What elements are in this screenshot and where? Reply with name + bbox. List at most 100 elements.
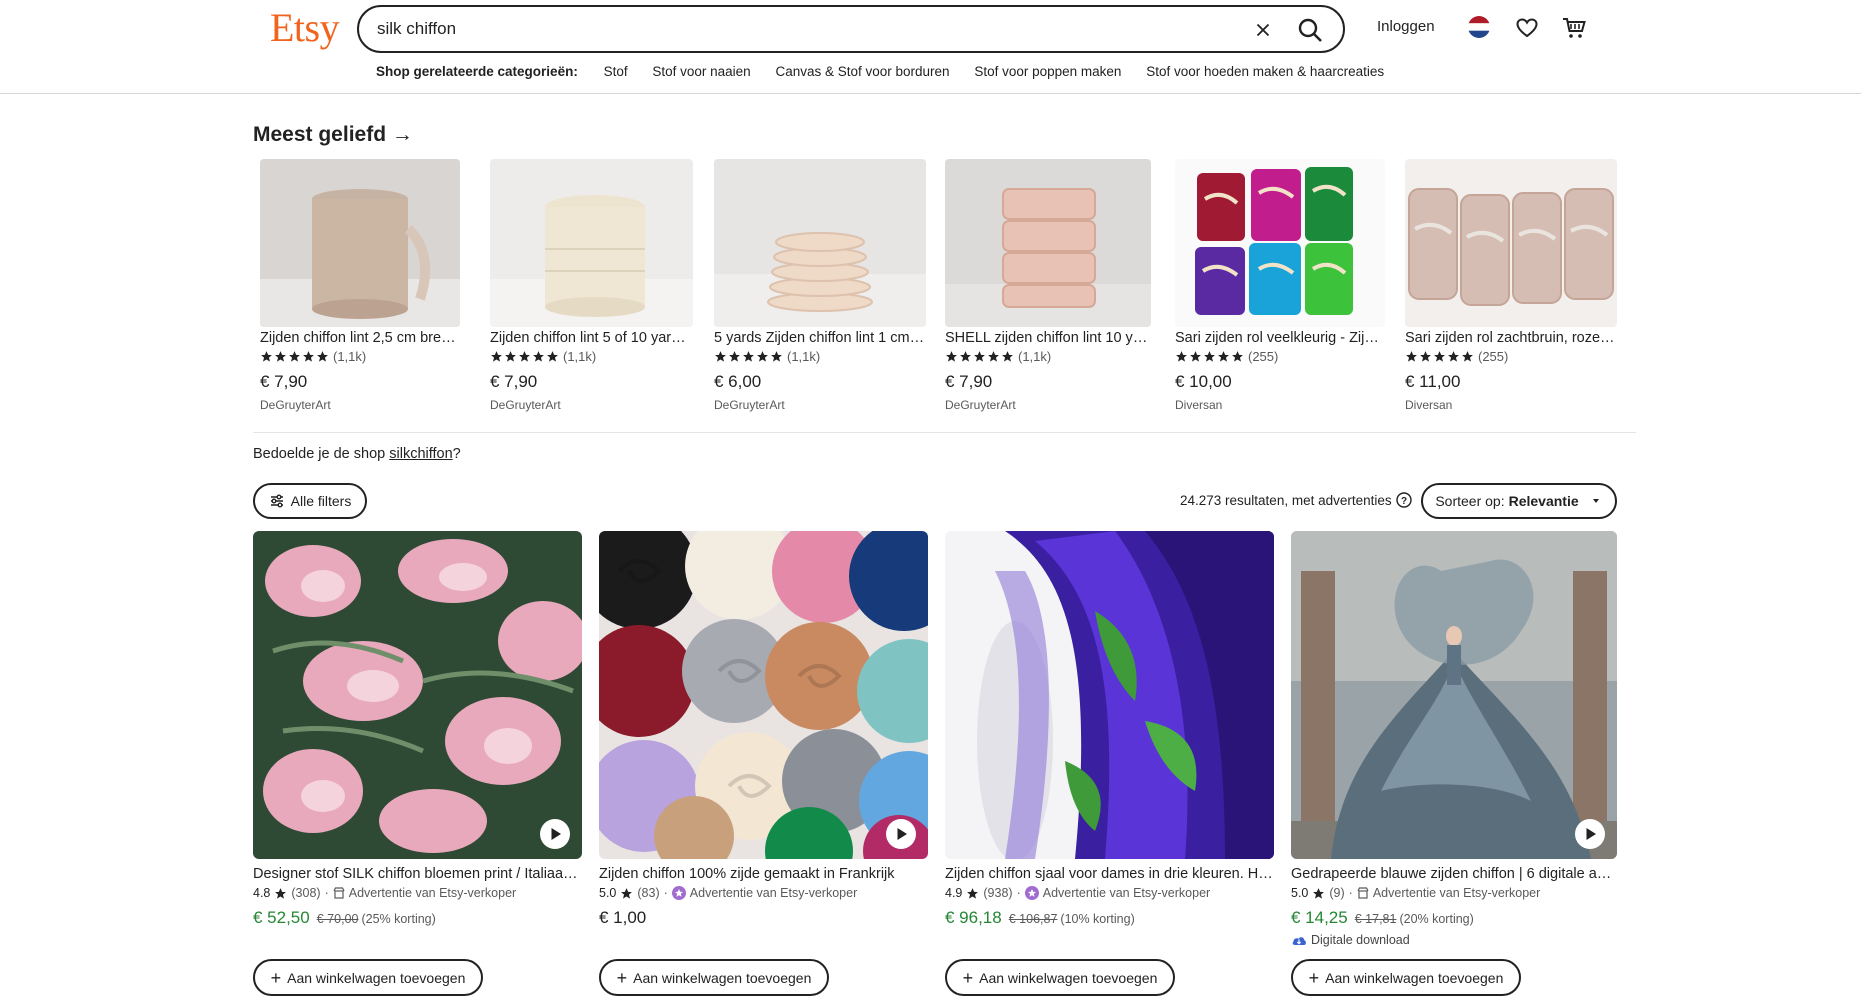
category-link[interactable]: Stof voor poppen maken — [974, 64, 1121, 79]
add-to-cart-label: Aan winkelwagen toevoegen — [287, 969, 466, 986]
add-to-cart-button[interactable]: + Aan winkelwagen toevoegen — [945, 959, 1175, 996]
all-filters-button[interactable]: Alle filters — [253, 483, 367, 519]
info-question-icon[interactable]: ? — [1395, 492, 1412, 508]
plus-icon: + — [270, 967, 282, 988]
search-bar — [357, 5, 1345, 53]
add-to-cart-label: Aan winkelwagen toevoegen — [1325, 969, 1504, 986]
product-title[interactable]: Zijden chiffon 100% zijde gemaakt in Fra… — [599, 866, 928, 882]
discount-label: (25% korting) — [361, 912, 436, 926]
add-to-cart-label: Aan winkelwagen toevoegen — [633, 969, 812, 986]
product-image[interactable] — [1291, 531, 1617, 859]
did-you-mean: Bedoelde je de shop silkchiffon? — [253, 446, 461, 462]
product-price-row: € 14,25 € 17,81 (20% korting) — [1291, 908, 1617, 928]
category-link[interactable]: Stof voor naaien — [652, 64, 750, 79]
shop-name[interactable]: DeGruyterArt — [490, 398, 693, 412]
product-meta: 5.0 (83) · Advertentie van Etsy-verkoper — [599, 886, 928, 900]
did-you-mean-prefix: Bedoelde je de shop — [253, 446, 390, 462]
rating-count: (938) — [983, 886, 1013, 900]
product-price-row: € 96,18 € 106,87 (10% korting) — [945, 908, 1274, 928]
star-icon — [967, 887, 979, 899]
play-video-icon[interactable] — [1575, 819, 1605, 849]
search-icon[interactable] — [1295, 15, 1325, 45]
product-price: € 11,00 — [1405, 372, 1461, 391]
cart-icon[interactable] — [1561, 15, 1587, 41]
product-title[interactable]: Designer stof SILK chiffon bloemen print… — [253, 866, 582, 882]
ad-label: Advertentie van Etsy-verkoper — [1372, 886, 1541, 900]
category-link[interactable]: Canvas & Stof voor borduren — [775, 64, 949, 79]
product-meta: 5.0 (9) · Advertentie van Etsy-verkoper — [1291, 886, 1617, 900]
product-image[interactable] — [253, 531, 582, 859]
play-video-icon[interactable] — [886, 819, 916, 849]
all-filters-label: Alle filters — [290, 493, 352, 509]
product-price: € 7,90 — [260, 372, 308, 391]
product-thumbnail[interactable] — [260, 159, 460, 327]
category-link[interactable]: Stof — [604, 64, 628, 79]
rating: (1,1k) — [260, 349, 460, 364]
plus-icon: + — [962, 967, 974, 988]
product-card[interactable]: Gedrapeerde blauwe zijden chiffon | 6 di… — [1291, 531, 1617, 947]
caret-down-icon — [1592, 499, 1599, 503]
shop-name[interactable]: Diversan — [1405, 398, 1617, 412]
product-title[interactable]: Zijden chiffon lint 5 of 10 yards handge… — [490, 330, 693, 346]
rating-count: (1,1k) — [563, 349, 597, 364]
product-title[interactable]: Gedrapeerde blauwe zijden chiffon | 6 di… — [1291, 866, 1617, 882]
five-stars-icon — [1405, 350, 1474, 363]
signin-link[interactable]: Inloggen — [1377, 18, 1435, 35]
add-to-cart-button[interactable]: + Aan winkelwagen toevoegen — [253, 959, 483, 996]
product-title[interactable]: Sari zijden rol zachtbruin, roze tinten — [1405, 330, 1617, 346]
shop-name[interactable]: DeGruyterArt — [714, 398, 926, 412]
add-to-cart-button[interactable]: + Aan winkelwagen toevoegen — [1291, 959, 1521, 996]
product-image[interactable] — [945, 531, 1274, 859]
arrow-right-icon: → — [391, 123, 413, 146]
product-title[interactable]: Zijden chiffon lint 2,5 cm breed, handge… — [260, 330, 460, 346]
shop-name[interactable]: DeGruyterArt — [945, 398, 1151, 412]
search-input[interactable] — [377, 17, 1197, 41]
product-thumbnail[interactable] — [1175, 159, 1385, 327]
shop-name[interactable]: Diversan — [1175, 398, 1385, 412]
did-you-mean-shop-link[interactable]: silkchiffon — [389, 446, 452, 462]
results-count: 24.273 resultaten, met advertenties ? — [1180, 492, 1412, 508]
product-thumbnail[interactable] — [945, 159, 1151, 327]
svg-text:?: ? — [1401, 496, 1407, 507]
product-card[interactable]: Designer stof SILK chiffon bloemen print… — [253, 531, 582, 928]
filter-sliders-icon — [270, 494, 283, 508]
product-thumbnail[interactable] — [714, 159, 926, 327]
clear-search-icon[interactable] — [1252, 19, 1274, 41]
product-thumbnail[interactable] — [490, 159, 693, 327]
star-icon — [275, 887, 287, 899]
product-price: € 6,00 — [714, 372, 762, 391]
rating-score: 4.8 — [253, 886, 271, 900]
product-price: € 7,90 — [945, 372, 993, 391]
sort-dropdown[interactable]: Sorteer op: Relevantie — [1421, 483, 1617, 519]
language-flag-icon[interactable] — [1468, 16, 1490, 38]
product-card[interactable]: Zijden chiffon sjaal voor dames in drie … — [945, 531, 1274, 928]
most-loved-heading[interactable]: Meest geliefd → — [253, 123, 413, 147]
most-loved-card[interactable]: 5 yards Zijden chiffon lint 1 cm breed (… — [714, 159, 926, 412]
etsy-logo[interactable]: Etsy — [270, 4, 340, 51]
five-stars-icon — [714, 350, 783, 363]
rating: (1,1k) — [490, 349, 693, 364]
favorites-heart-icon[interactable] — [1515, 16, 1539, 40]
most-loved-card[interactable]: Sari zijden rol zachtbruin, roze tinten … — [1405, 159, 1617, 412]
ad-label: Advertentie van Etsy-verkoper — [348, 886, 517, 900]
most-loved-card[interactable]: SHELL zijden chiffon lint 10 yards (1,1k… — [945, 159, 1151, 412]
product-thumbnail[interactable] — [1405, 159, 1617, 327]
product-title[interactable]: SHELL zijden chiffon lint 10 yards — [945, 330, 1151, 346]
rating-score: 4.9 — [945, 886, 963, 900]
product-meta: 4.9 (938) · Advertentie van Etsy-verkope… — [945, 886, 1274, 900]
rating-count: (1,1k) — [787, 349, 821, 364]
product-title[interactable]: 5 yards Zijden chiffon lint 1 cm breed — [714, 330, 926, 346]
add-to-cart-button[interactable]: + Aan winkelwagen toevoegen — [599, 959, 829, 996]
product-title[interactable]: Zijden chiffon sjaal voor dames in drie … — [945, 866, 1274, 882]
most-loved-card[interactable]: Zijden chiffon lint 5 of 10 yards handge… — [490, 159, 693, 412]
product-title[interactable]: Sari zijden rol veelkleurig - Zijden lin… — [1175, 330, 1385, 346]
category-link[interactable]: Stof voor hoeden maken & haarcreaties — [1146, 64, 1384, 79]
shop-name[interactable]: DeGruyterArt — [260, 398, 460, 412]
most-loved-card[interactable]: Zijden chiffon lint 2,5 cm breed, handge… — [260, 159, 460, 412]
most-loved-card[interactable]: Sari zijden rol veelkleurig - Zijden lin… — [1175, 159, 1385, 412]
product-card[interactable]: Zijden chiffon 100% zijde gemaakt in Fra… — [599, 531, 928, 928]
star-seller-badge-icon — [1024, 886, 1039, 900]
play-video-icon[interactable] — [540, 819, 570, 849]
product-image[interactable] — [599, 531, 928, 859]
five-stars-icon — [945, 350, 1014, 363]
